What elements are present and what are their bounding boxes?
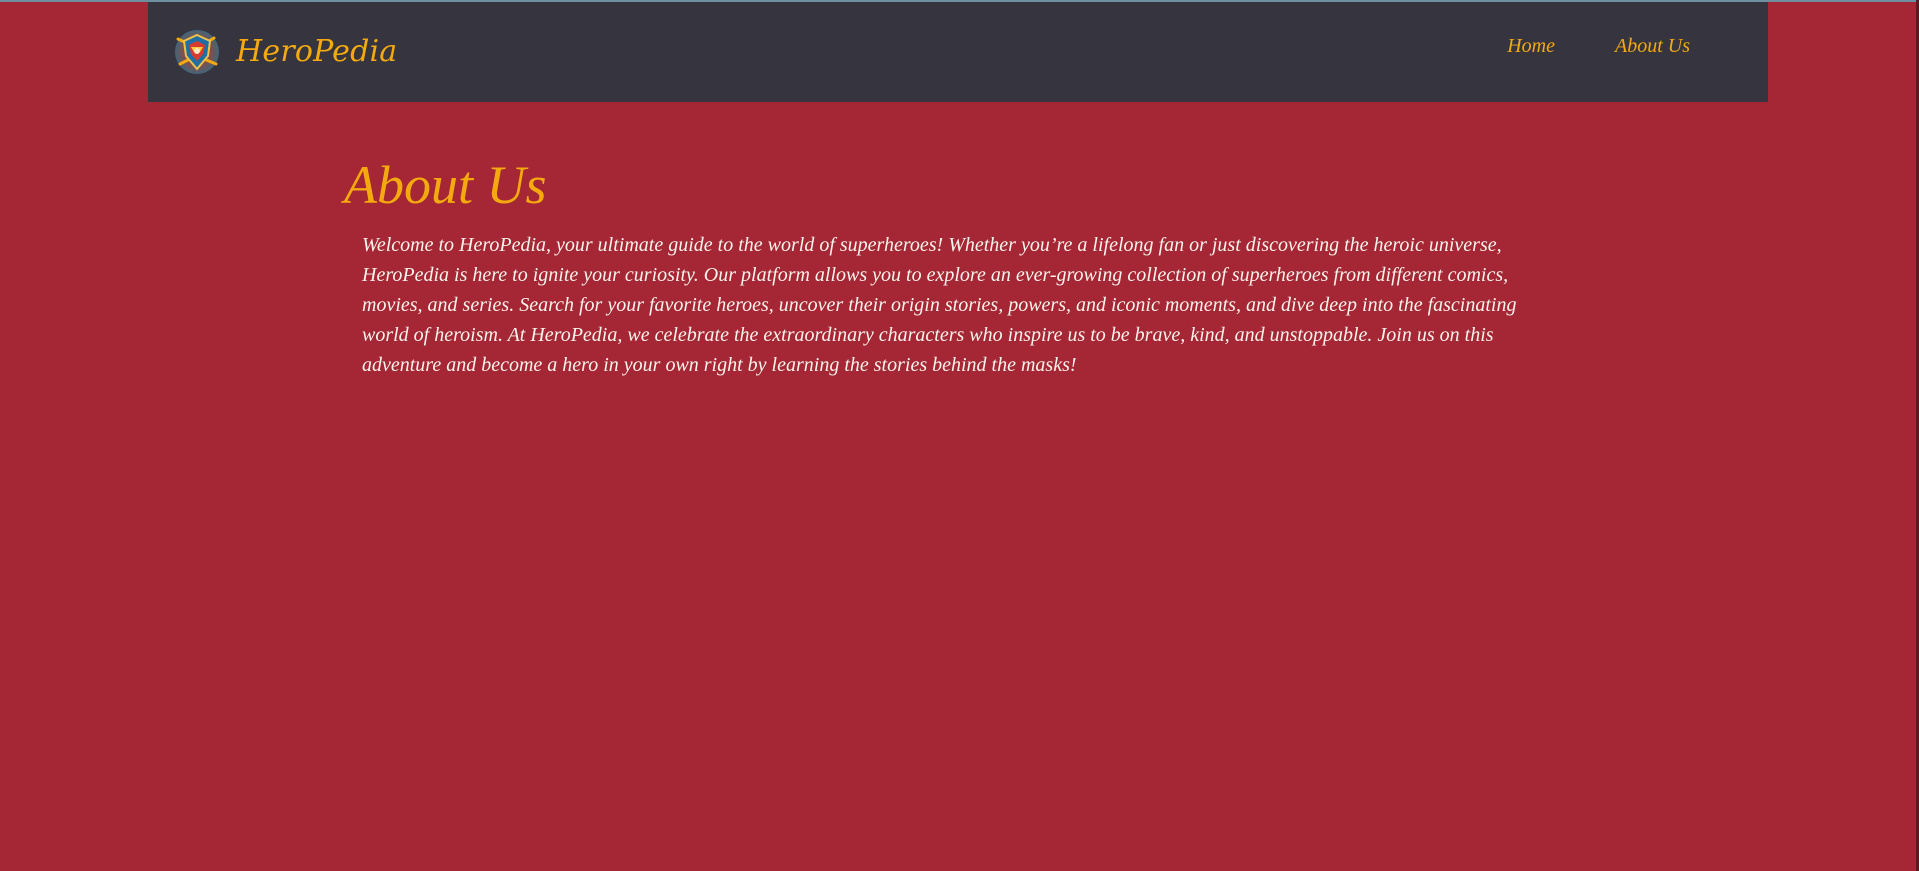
brand-name: HeroPedia (236, 34, 398, 69)
about-section: About Us Welcome to HeroPedia, your ulti… (344, 156, 1544, 380)
about-description: Welcome to HeroPedia, your ultimate guid… (362, 234, 1517, 377)
main-navigation: Home About Us (1507, 34, 1690, 58)
top-navigation-bar: HeroPedia Home About Us (148, 2, 1768, 102)
brand-home-link[interactable]: HeroPedia (174, 25, 397, 79)
page-background (0, 0, 1919, 871)
page-title: About Us (344, 155, 547, 215)
nav-link-home[interactable]: Home (1507, 34, 1555, 58)
hero-emblem-logo-icon (175, 30, 219, 74)
nav-link-about-us[interactable]: About Us (1615, 34, 1690, 58)
